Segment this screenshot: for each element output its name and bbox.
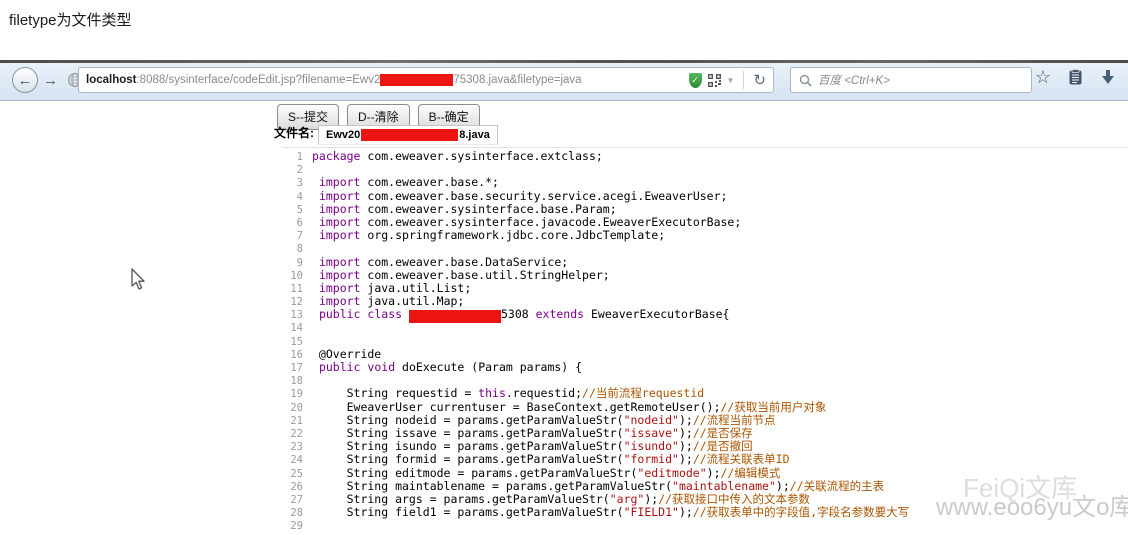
search-input[interactable]: 百度 <Ctrl+K> <box>790 67 1032 93</box>
filename-redaction <box>361 129 458 141</box>
back-icon: ← <box>18 72 33 89</box>
code-line: 14 <box>283 321 1128 334</box>
code-line: 1package com.eweaver.sysinterface.extcla… <box>283 150 1128 163</box>
qr-code-icon[interactable] <box>708 74 721 87</box>
url-redaction <box>380 74 453 86</box>
line-number: 15 <box>283 336 303 349</box>
filename-prefix: Ewv20 <box>326 129 360 141</box>
forward-icon: → <box>43 72 58 89</box>
divider <box>743 71 744 89</box>
filename-tab: Ewv20 8.java <box>318 125 498 145</box>
mouse-cursor-icon <box>126 266 148 297</box>
line-number: 25 <box>283 468 303 481</box>
download-icon[interactable] <box>1100 69 1116 85</box>
url-bar[interactable]: localhost:8088/sysinterface/codeEdit.jsp… <box>78 67 774 93</box>
clipboard-icon[interactable] <box>1067 69 1084 86</box>
forward-button[interactable]: → <box>43 72 58 89</box>
line-number: 21 <box>283 415 303 428</box>
line-number: 19 <box>283 388 303 401</box>
security-shield-icon[interactable]: ✓ <box>689 73 702 88</box>
filename-label: 文件名: <box>274 124 314 145</box>
search-icon <box>799 74 812 87</box>
line-number: 10 <box>283 270 303 283</box>
code-line: 17 public void doExecute (Param params) … <box>283 361 1128 374</box>
url-path: :8088/sysinterface/codeEdit.jsp?filename… <box>136 74 380 86</box>
shield-check: ✓ <box>691 75 699 86</box>
filename-row: 文件名: Ewv20 8.java <box>274 124 498 145</box>
line-number: 9 <box>283 257 303 270</box>
window-edge <box>0 60 1128 63</box>
code-line: 15 <box>283 335 1128 348</box>
line-number: 5 <box>283 204 303 217</box>
url-suffix: 75308.java&filetype=java <box>453 74 581 86</box>
filename-suffix: 8.java <box>459 129 490 141</box>
line-number: 8 <box>283 243 303 256</box>
line-number: 24 <box>283 454 303 467</box>
watermark-url: www.eoo6yu文o库 <box>936 487 1128 522</box>
line-number: 14 <box>283 322 303 335</box>
line-number: 3 <box>283 177 303 190</box>
line-number: 4 <box>283 191 303 204</box>
url-text: localhost:8088/sysinterface/codeEdit.jsp… <box>86 74 689 86</box>
back-button[interactable]: ← <box>12 67 38 93</box>
search-placeholder: 百度 <Ctrl+K> <box>818 72 890 88</box>
line-number: 20 <box>283 402 303 415</box>
line-number: 26 <box>283 481 303 494</box>
code-area-border <box>283 147 1128 148</box>
chevron-down-icon[interactable]: ▼ <box>727 76 735 85</box>
bookmark-star-icon[interactable]: ☆ <box>1035 68 1051 86</box>
url-host: localhost <box>86 74 136 86</box>
code-line: 7 import org.springframework.jdbc.core.J… <box>283 229 1128 242</box>
code-redaction <box>409 310 501 323</box>
code-line: 13 public class 5308 extends EweaverExec… <box>283 308 1128 321</box>
browser-toolbar: ← → localhost:8088/sysinterface/codeEdit… <box>0 60 1128 101</box>
line-number: 29 <box>283 520 303 533</box>
reload-button[interactable]: ↻ <box>753 71 766 89</box>
page-note: filetype为文件类型 <box>9 9 132 30</box>
